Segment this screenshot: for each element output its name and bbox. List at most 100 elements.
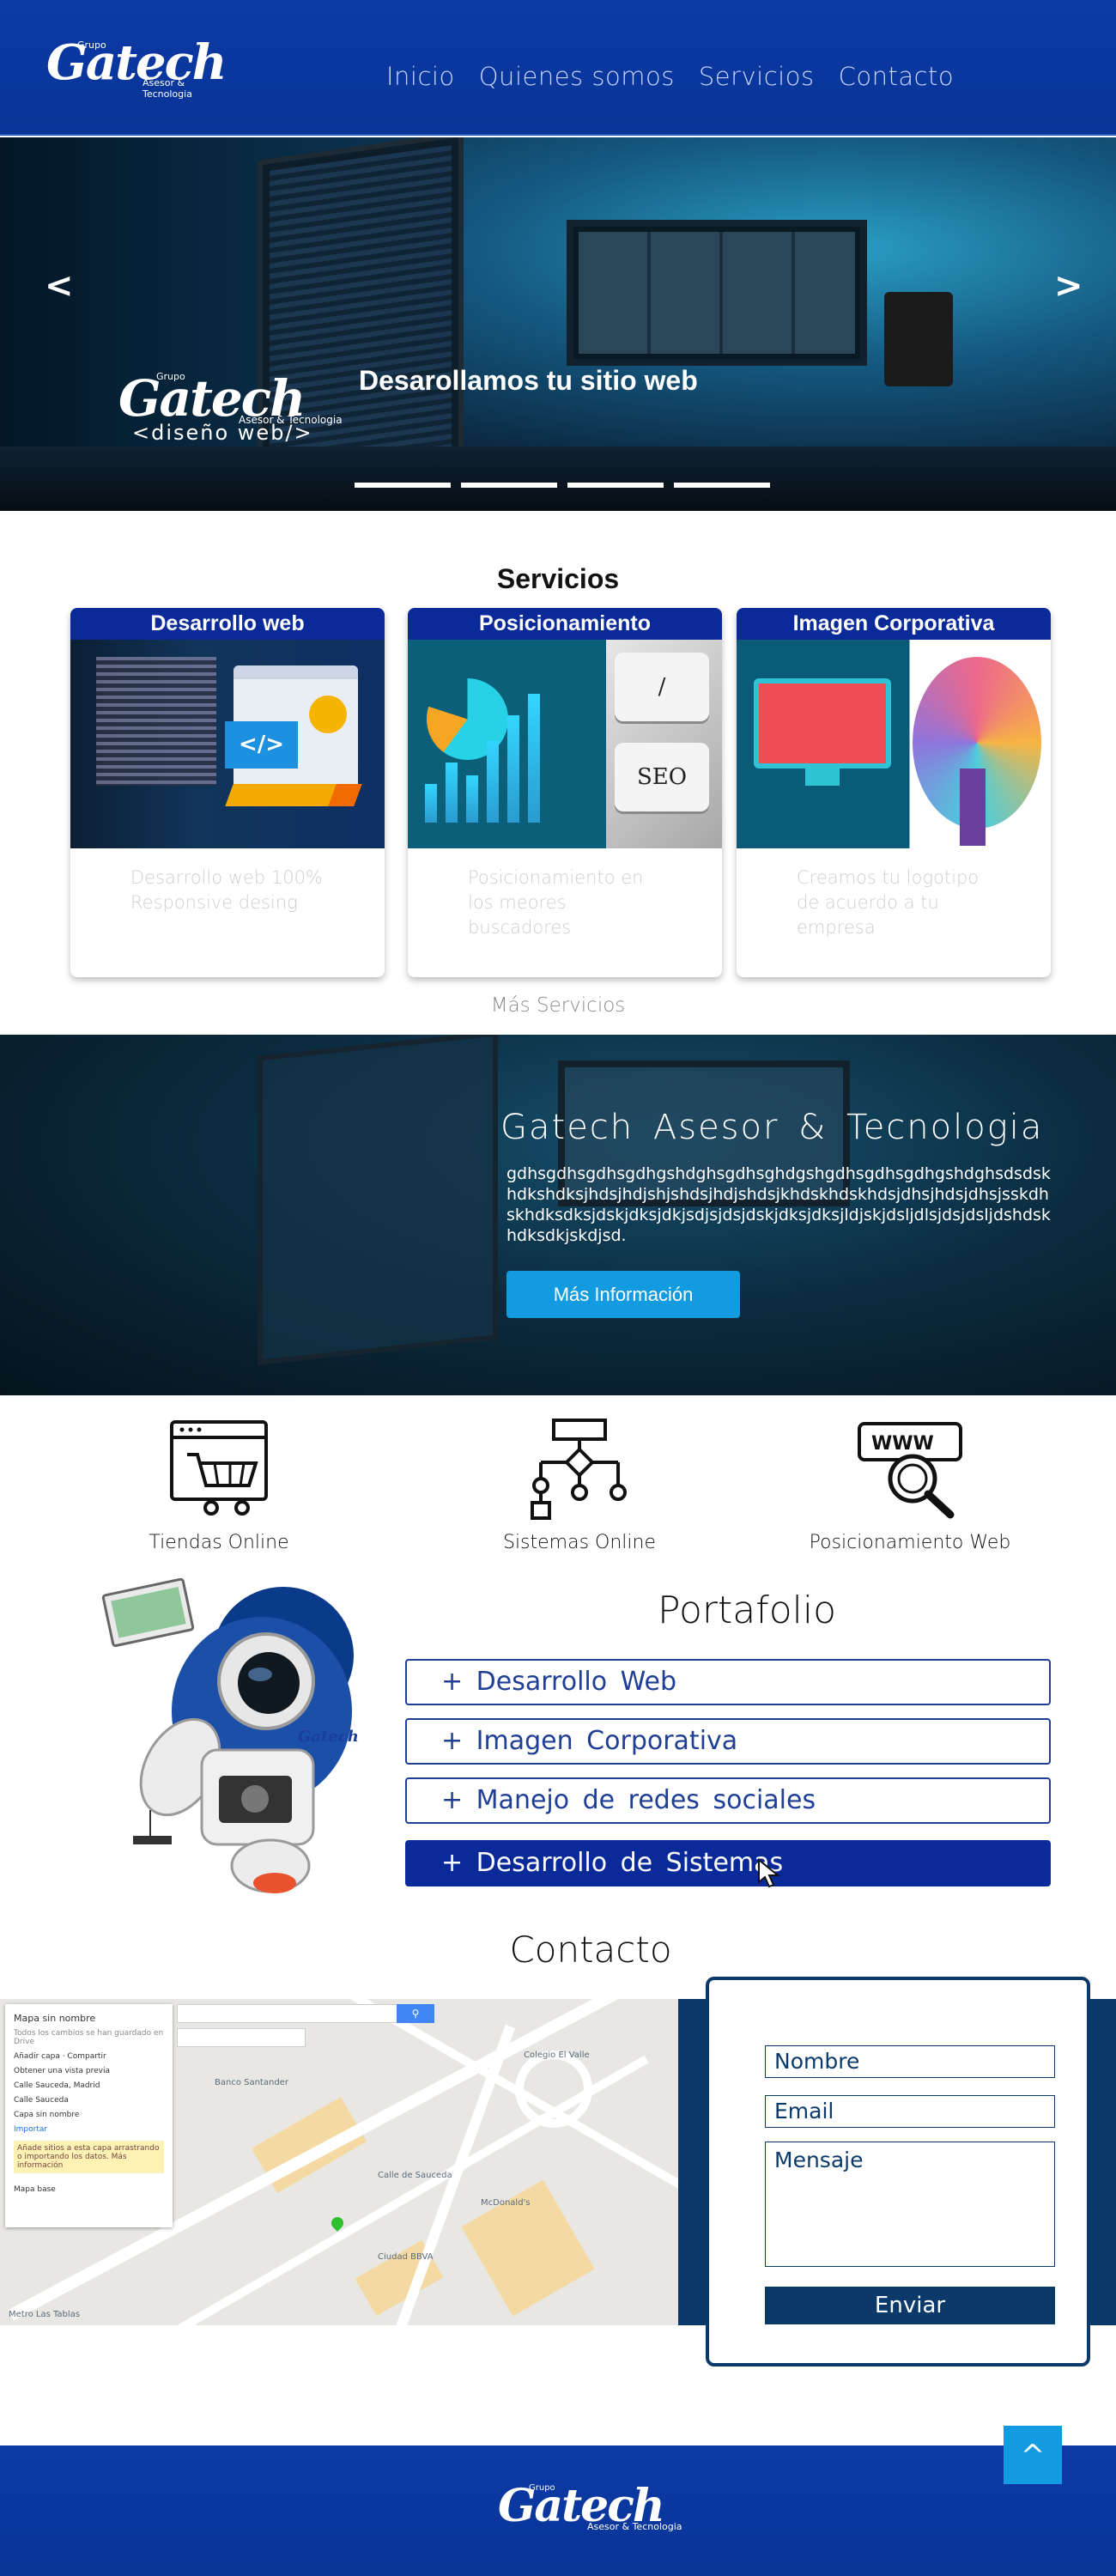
slider-prev-arrow-icon[interactable]: < bbox=[45, 266, 74, 306]
keyboard-graphic: / SEO bbox=[606, 640, 722, 848]
map-search-input[interactable] bbox=[177, 2004, 434, 2023]
map-search-button[interactable]: ⚲ bbox=[397, 2004, 434, 2023]
email-field[interactable]: Email bbox=[765, 2095, 1055, 2128]
service-card-desarrollo-web[interactable]: Desarrollo web </> Desarrollo web 100% R… bbox=[70, 608, 385, 977]
feature-posicionamiento-web: WWW Posicionamiento Web bbox=[781, 1417, 1039, 1553]
banner-bg-monitor bbox=[258, 1035, 498, 1365]
nav-quienes-somos[interactable]: Quienes somos bbox=[479, 62, 675, 91]
map-panel-row[interactable]: Importar bbox=[14, 2125, 164, 2134]
service-card-text: Desarrollo web 100% Responsive desing bbox=[130, 867, 323, 913]
name-field[interactable]: Nombre bbox=[765, 2045, 1055, 2078]
submit-button[interactable]: Enviar bbox=[765, 2287, 1055, 2324]
map-panel-row[interactable]: Calle Sauceda bbox=[14, 2096, 164, 2105]
map-road bbox=[515, 2050, 592, 2128]
monitor-brush-icon bbox=[754, 678, 891, 769]
servicios-title: Servicios bbox=[496, 563, 620, 594]
portfolio-item-desarrollo-sistemas[interactable]: + Desarrollo de Sistemas bbox=[405, 1840, 1051, 1886]
scroll-to-top-button[interactable]: ^ bbox=[1004, 2426, 1062, 2484]
chart-bar bbox=[507, 715, 519, 823]
logo-sub: Asesor & Tecnologia bbox=[143, 77, 192, 100]
map-panel-title: Mapa sin nombre bbox=[14, 2013, 96, 2024]
slider-indicator[interactable] bbox=[355, 483, 451, 488]
nav-servicios[interactable]: Servicios bbox=[699, 62, 815, 91]
map-layers-panel[interactable]: Mapa sin nombre Todos los cambios se han… bbox=[5, 2004, 173, 2227]
portfolio-item-imagen-corporativa[interactable]: + Imagen Corporativa bbox=[405, 1718, 1051, 1765]
mouse-cursor-icon bbox=[757, 1857, 781, 1889]
feature-label: Tiendas Online bbox=[149, 1532, 289, 1553]
google-map[interactable]: Banco Santander Colegio El Valle Ciudad … bbox=[0, 1999, 678, 2325]
svg-text:WWW: WWW bbox=[871, 1433, 934, 1455]
banner-title: Gatech Asesor & Tecnologia bbox=[500, 1108, 1044, 1147]
code-screen-graphic bbox=[96, 657, 216, 786]
nav-contacto[interactable]: Contacto bbox=[839, 62, 955, 91]
footer-logo-sub: Asesor & Tecnologia bbox=[587, 2521, 682, 2532]
svg-text:Gatech: Gatech bbox=[298, 1728, 359, 1746]
slider-indicator[interactable] bbox=[567, 483, 664, 488]
hero-headline: Desarollamos tu sitio web bbox=[359, 365, 698, 396]
map-label: Ciudad BBVA bbox=[378, 2252, 434, 2262]
feature-sistemas-online: Sistemas Online bbox=[451, 1417, 708, 1553]
contact-form: Nombre Email Mensaje Enviar bbox=[706, 1977, 1090, 2366]
monitor-stand bbox=[805, 769, 840, 786]
map-label: Colegio El Valle bbox=[524, 2050, 590, 2060]
seo-key: SEO bbox=[615, 743, 709, 811]
portfolio-item-redes-sociales[interactable]: + Manejo de redes sociales bbox=[405, 1777, 1051, 1824]
map-panel-row[interactable]: Obtener una vista previa bbox=[14, 2067, 164, 2075]
hero-slider: < > Grupo Gatech Asesor & Tecnologia <di… bbox=[0, 137, 1116, 511]
map-panel-row[interactable]: Capa sin nombre bbox=[14, 2111, 164, 2119]
service-card-text: Posicionamiento en los meores buscadores bbox=[468, 867, 644, 938]
chart-bar bbox=[446, 762, 458, 823]
hero-speaker bbox=[884, 292, 953, 386]
more-services-link[interactable]: Más Servicios bbox=[0, 994, 1116, 1017]
header-logo[interactable]: Grupo Gatech Asesor & Tecnologia bbox=[46, 34, 235, 103]
about-banner: Gatech Asesor & Tecnologia gdhsgdhsgdhsg… bbox=[0, 1035, 1116, 1395]
map-label: Banco Santander bbox=[215, 2078, 288, 2087]
map-panel-row[interactable]: Añadir capa · Compartir bbox=[14, 2052, 164, 2061]
service-card-imagen-corporativa[interactable]: Imagen Corporativa Creamos tu logotipo d… bbox=[737, 608, 1051, 977]
slider-indicators bbox=[355, 483, 770, 488]
more-info-button[interactable]: Más Información bbox=[506, 1271, 740, 1318]
slider-next-arrow-icon[interactable]: > bbox=[1054, 266, 1083, 306]
service-card-posicionamiento[interactable]: Posicionamiento / SEO Posicionamiento en… bbox=[408, 608, 722, 977]
seo-illustration: / SEO bbox=[408, 640, 722, 848]
lightbulb-icon bbox=[309, 696, 347, 733]
service-card-title: Imagen Corporativa bbox=[737, 608, 1051, 640]
www-search-icon: WWW bbox=[854, 1417, 966, 1520]
service-card-title: Posicionamiento bbox=[408, 608, 722, 640]
feature-tiendas-online: Tiendas Online bbox=[90, 1417, 348, 1553]
message-field[interactable]: Mensaje bbox=[765, 2142, 1055, 2267]
tree-trunk-graphic bbox=[960, 769, 986, 846]
site-header: Grupo Gatech Asesor & Tecnologia Inicio … bbox=[0, 0, 1116, 136]
web-development-illustration: </> bbox=[70, 640, 385, 848]
service-card-title: Desarrollo web bbox=[70, 608, 385, 640]
hero-desk bbox=[0, 447, 1116, 511]
chart-bar bbox=[425, 784, 437, 823]
feature-label: Posicionamiento Web bbox=[809, 1532, 1011, 1553]
flowchart-icon bbox=[524, 1417, 635, 1520]
shopping-cart-icon bbox=[163, 1417, 275, 1520]
footer-logo[interactable]: Grupo Gatech Asesor & Tecnologia bbox=[498, 2480, 687, 2549]
code-tag-icon: </> bbox=[225, 721, 298, 769]
chart-bar bbox=[528, 694, 540, 823]
map-base-layer[interactable]: Mapa base bbox=[14, 2185, 164, 2194]
map-label: McDonald's bbox=[481, 2198, 531, 2208]
slider-indicator[interactable] bbox=[461, 483, 557, 488]
map-label: Calle de Sauceda bbox=[378, 2171, 452, 2180]
branding-illustration bbox=[737, 640, 1051, 848]
main-nav: Inicio Quienes somos Servicios Contacto bbox=[386, 62, 954, 91]
chart-bar bbox=[466, 775, 478, 823]
map-label: Metro Las Tablas bbox=[9, 2310, 81, 2319]
pencil-icon bbox=[225, 784, 362, 806]
banner-text: gdhsgdhsgdhsgdhgshdghsgdhsghdgshgdhsgdhs… bbox=[506, 1164, 1051, 1245]
hero-tagline: <diseño web/> bbox=[132, 421, 313, 445]
chart-bar bbox=[487, 741, 499, 823]
map-panel-subtitle: Todos los cambios se han guardado en Dri… bbox=[14, 2029, 164, 2046]
map-panel-row[interactable]: Calle Sauceda, Madrid bbox=[14, 2081, 164, 2090]
nav-inicio[interactable]: Inicio bbox=[386, 62, 455, 91]
slider-indicator[interactable] bbox=[674, 483, 770, 488]
feature-label: Sistemas Online bbox=[502, 1532, 657, 1553]
portfolio-item-desarrollo-web[interactable]: + Desarrollo Web bbox=[405, 1659, 1051, 1705]
service-card-text: Creamos tu logotipo de acuerdo a tu empr… bbox=[797, 867, 980, 938]
map-toolbar[interactable] bbox=[177, 2028, 306, 2047]
contacto-title: Contacto bbox=[509, 1929, 672, 1971]
